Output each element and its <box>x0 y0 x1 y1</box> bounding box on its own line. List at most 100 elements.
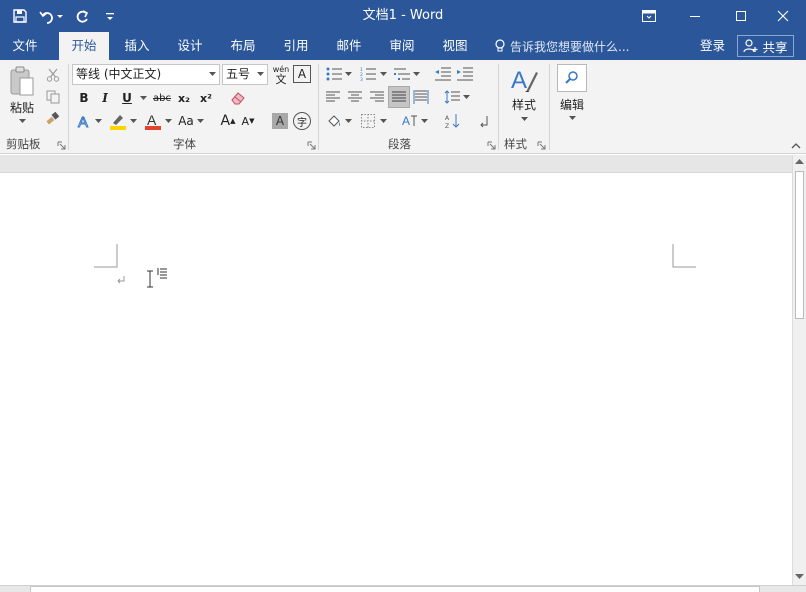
justify-button[interactable] <box>388 86 410 108</box>
chevron-down-icon[interactable] <box>421 119 428 124</box>
chevron-down-icon[interactable] <box>413 72 420 77</box>
chevron-down-icon[interactable] <box>380 72 387 77</box>
editing-button[interactable]: 编辑 <box>555 64 589 128</box>
paragraph-mark-icon <box>480 116 488 128</box>
redo-button[interactable] <box>70 4 94 28</box>
tell-me-text: 告诉我您想要做什么... <box>510 39 630 54</box>
enclose-characters-button[interactable]: 字 <box>293 112 311 130</box>
increase-indent-button[interactable] <box>455 65 475 83</box>
customize-icon <box>106 13 114 20</box>
dialog-launcher-icon[interactable] <box>487 141 496 150</box>
tab-view[interactable]: 视图 <box>430 32 480 60</box>
chevron-down-icon[interactable] <box>380 119 387 124</box>
ribbon-options-icon <box>642 10 656 22</box>
styles-button[interactable]: A 样式 <box>505 64 543 132</box>
phonetic-guide-button[interactable]: wén 文 <box>271 64 291 86</box>
character-border-button[interactable]: A <box>293 65 311 83</box>
tab-insert[interactable]: 插入 <box>112 32 162 60</box>
scroll-up-icon[interactable] <box>795 158 804 165</box>
align-center-button[interactable] <box>346 88 364 106</box>
font-size-combobox[interactable]: 五号 <box>222 64 268 85</box>
asian-layout-button[interactable]: A <box>400 111 420 131</box>
quick-access-toolbar <box>8 0 122 32</box>
shading-button[interactable] <box>324 111 344 131</box>
undo-button[interactable] <box>36 4 66 28</box>
underline-button[interactable]: U <box>120 89 134 107</box>
show-hide-marks-button[interactable] <box>476 111 492 131</box>
dialog-launcher-icon[interactable] <box>537 141 546 150</box>
decrease-indent-button[interactable] <box>433 65 453 83</box>
ribbon-display-options-button[interactable] <box>626 0 672 32</box>
collapse-ribbon-icon[interactable] <box>790 141 802 151</box>
tab-layout[interactable]: 布局 <box>218 32 268 60</box>
tab-references[interactable]: 引用 <box>271 32 321 60</box>
font-size-value: 五号 <box>226 67 251 81</box>
subscript-button[interactable]: x₂ <box>176 89 192 107</box>
distributed-button[interactable] <box>412 88 430 106</box>
tab-review[interactable]: 审阅 <box>377 32 427 60</box>
multilevel-list-button[interactable] <box>392 65 412 83</box>
chevron-down-icon[interactable] <box>345 72 352 77</box>
chevron-down-icon <box>520 117 528 121</box>
horizontal-scrollbar[interactable] <box>0 585 806 592</box>
grow-font-button[interactable]: A ▲ <box>220 111 236 131</box>
save-button[interactable] <box>8 4 32 28</box>
dialog-launcher-icon[interactable] <box>307 141 316 150</box>
asian-layout-icon: A <box>402 114 417 128</box>
tell-me-search[interactable]: 告诉我您想要做什么... <box>494 32 629 60</box>
lightbulb-icon <box>495 39 505 52</box>
cut-button[interactable] <box>44 66 62 84</box>
chevron-down-icon[interactable] <box>130 119 137 124</box>
horizontal-scroll-thumb[interactable] <box>30 586 760 592</box>
shrink-font-text: A <box>241 114 250 128</box>
chevron-down-icon <box>18 119 26 123</box>
format-painter-button[interactable] <box>44 110 62 128</box>
chevron-down-icon[interactable] <box>197 119 204 124</box>
chevron-down-icon[interactable] <box>345 119 352 124</box>
copy-button[interactable] <box>44 88 62 106</box>
document-page[interactable] <box>0 173 792 585</box>
borders-button[interactable] <box>358 111 378 131</box>
share-button[interactable]: 共享 <box>737 35 794 57</box>
font-name-combobox[interactable]: 等线 (中文正文) <box>72 64 220 85</box>
italic-button[interactable]: I <box>98 89 112 107</box>
numbering-button[interactable]: 123 <box>358 65 378 83</box>
vertical-scroll-thumb[interactable] <box>795 171 804 319</box>
strikethrough-button[interactable]: abc <box>150 89 174 107</box>
bold-button[interactable]: B <box>76 89 92 107</box>
clear-formatting-button[interactable] <box>228 88 248 108</box>
chevron-down-icon[interactable] <box>95 119 102 124</box>
shrink-font-button[interactable]: A ▼ <box>240 111 256 131</box>
sort-button[interactable]: AZ <box>443 111 463 131</box>
superscript-button[interactable]: x² <box>198 89 214 107</box>
highlight-color-button[interactable] <box>107 111 129 131</box>
paste-button[interactable]: 粘贴 <box>6 66 38 130</box>
close-button[interactable] <box>760 0 806 32</box>
align-left-button[interactable] <box>324 88 342 106</box>
tab-design[interactable]: 设计 <box>165 32 215 60</box>
bullets-button[interactable] <box>324 65 344 83</box>
customize-qat-button[interactable] <box>98 4 122 28</box>
change-case-button[interactable]: Aa <box>176 111 196 131</box>
dialog-launcher-icon[interactable] <box>57 141 66 150</box>
text-effects-button[interactable]: A <box>76 111 94 131</box>
text-cursor-icon <box>147 270 153 288</box>
character-shading-button[interactable]: A <box>272 113 288 129</box>
maximize-button[interactable] <box>718 0 764 32</box>
sign-in-link[interactable]: 登录 <box>700 32 725 60</box>
chevron-down-icon[interactable] <box>463 95 470 100</box>
font-color-button[interactable]: A <box>142 111 164 131</box>
align-right-button[interactable] <box>368 88 386 106</box>
repeat-icon <box>76 10 89 23</box>
multilevel-list-icon <box>394 68 410 80</box>
scroll-down-icon[interactable] <box>795 573 804 580</box>
vertical-scrollbar[interactable] <box>792 155 806 585</box>
tab-file[interactable]: 文件 <box>0 32 50 60</box>
minimize-button[interactable] <box>672 0 718 32</box>
tab-home[interactable]: 开始 <box>59 32 109 60</box>
clipboard-group-label: 剪贴板 <box>6 137 41 151</box>
line-spacing-button[interactable] <box>443 88 461 106</box>
tab-mailings[interactable]: 邮件 <box>324 32 374 60</box>
chevron-down-icon[interactable] <box>165 119 172 124</box>
chevron-down-icon[interactable] <box>140 96 147 101</box>
